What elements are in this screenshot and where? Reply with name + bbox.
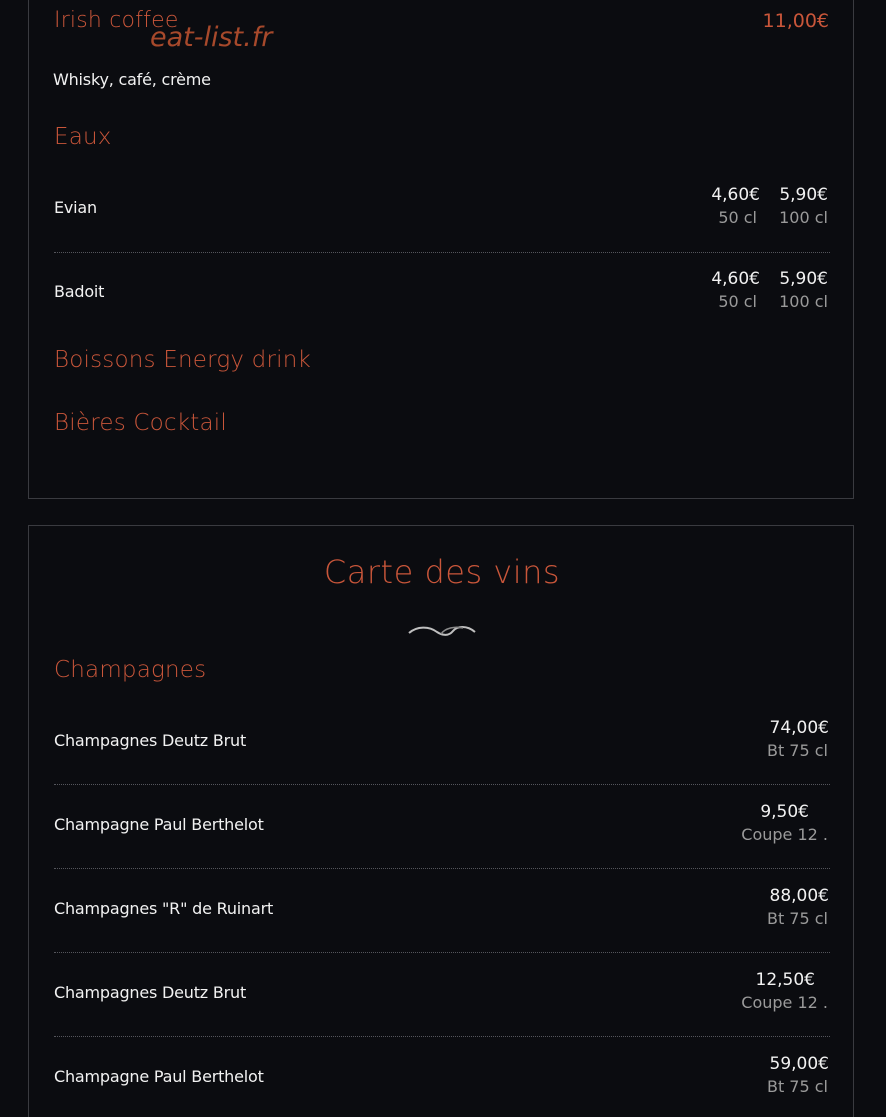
wine-item-name: Champagnes "R" de Ruinart xyxy=(54,899,274,918)
drinks-panel: Irish coffee eat-list.fr 11,00€ Whisky, … xyxy=(28,0,854,499)
section-title-champagnes: Champagnes xyxy=(54,657,207,683)
wine-item-size: Bt 75 cl xyxy=(766,741,828,760)
water-price-small: 4,60€ xyxy=(711,185,760,205)
wine-item-price: 9,50€ xyxy=(760,802,809,822)
divider xyxy=(54,1036,830,1037)
menu-page: Irish coffee eat-list.fr 11,00€ Whisky, … xyxy=(0,0,886,1117)
water-price-small: 4,60€ xyxy=(711,269,760,289)
divider xyxy=(54,952,830,953)
ornament-icon xyxy=(407,622,479,636)
wine-item-price: 12,50€ xyxy=(755,970,815,990)
irish-coffee-price: 11,00€ xyxy=(762,10,829,32)
wine-item-name: Champagne Paul Berthelot xyxy=(54,1067,264,1086)
water-size-large: 100 cl xyxy=(779,292,828,311)
wine-item-size: Bt 75 cl xyxy=(766,909,828,928)
water-size-small: 50 cl xyxy=(718,292,757,311)
divider xyxy=(54,252,830,253)
section-title-eaux: Eaux xyxy=(54,124,112,150)
wine-item-name: Champagne Paul Berthelot xyxy=(54,815,264,834)
wine-item-size: Coupe 12 . xyxy=(741,825,828,844)
divider xyxy=(54,784,830,785)
divider xyxy=(54,868,830,869)
wine-item-size: Bt 75 cl xyxy=(766,1077,828,1096)
watermark-text: eat-list.fr xyxy=(150,22,273,53)
water-size-large: 100 cl xyxy=(779,208,828,227)
wine-item-price: 74,00€ xyxy=(769,718,829,738)
water-item-name: Evian xyxy=(54,198,97,217)
wine-item-price: 88,00€ xyxy=(769,886,829,906)
wine-item-price: 59,00€ xyxy=(769,1054,829,1074)
water-price-large: 5,90€ xyxy=(779,269,828,289)
wine-item-name: Champagnes Deutz Brut xyxy=(54,731,247,750)
wine-item-size: Coupe 12 . xyxy=(741,993,828,1012)
irish-coffee-description: Whisky, café, crème xyxy=(53,70,211,89)
wine-item-name: Champagnes Deutz Brut xyxy=(54,983,247,1002)
section-title-bieres-cocktail: Bières Cocktail xyxy=(54,410,227,436)
water-size-small: 50 cl xyxy=(718,208,757,227)
water-price-large: 5,90€ xyxy=(779,185,828,205)
wine-list-title: Carte des vins xyxy=(323,553,561,591)
wine-list-panel: Carte des vins Champagnes Champagnes Deu… xyxy=(28,525,854,1117)
section-title-energy-drink: Boissons Energy drink xyxy=(54,347,312,373)
water-item-name: Badoit xyxy=(54,282,105,301)
